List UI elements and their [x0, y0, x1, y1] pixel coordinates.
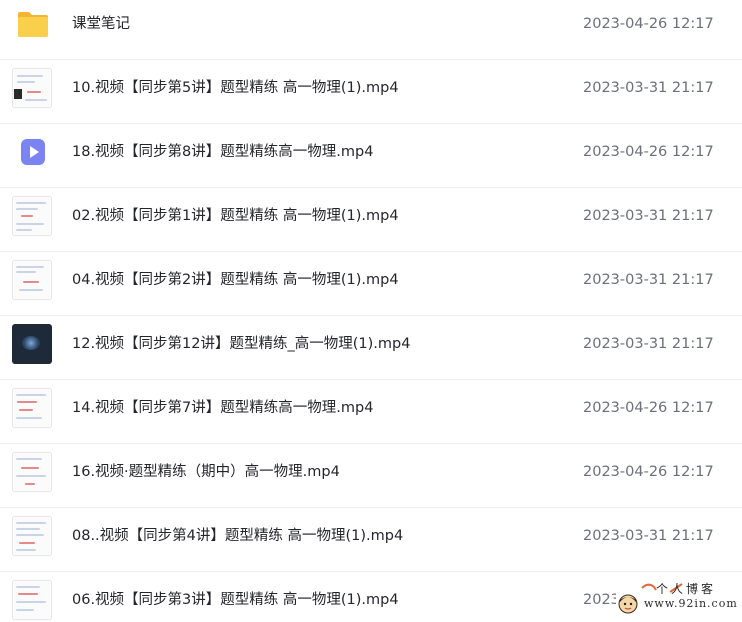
video-thumbnail: [12, 580, 52, 620]
file-row[interactable]: 04.视频【同步第2讲】题型精练 高一物理(1).mp4 2023-03-31 …: [0, 252, 742, 316]
file-date: 2023-04-26 12:17: [583, 144, 714, 160]
file-name: 08..视频【同步第4讲】题型精练 高一物理(1).mp4: [72, 528, 404, 544]
file-name: 10.视频【同步第5讲】题型精练 高一物理(1).mp4: [72, 80, 399, 96]
video-thumbnail: [12, 68, 52, 108]
file-name: 18.视频【同步第8讲】题型精练高一物理.mp4: [72, 144, 374, 160]
file-date: 2023-04-26 12:17: [583, 400, 714, 416]
video-thumbnail: [12, 196, 52, 236]
file-name: 04.视频【同步第2讲】题型精练 高一物理(1).mp4: [72, 272, 399, 288]
avatar-icon: [618, 594, 638, 614]
video-thumbnail: [12, 516, 52, 556]
file-name: 16.视频·题型精练（期中）高一物理.mp4: [72, 464, 340, 480]
file-row[interactable]: 18.视频【同步第8讲】题型精练高一物理.mp4 2023-04-26 12:1…: [0, 124, 742, 188]
file-date: 2023-03-31 21:17: [583, 336, 714, 352]
file-row[interactable]: 12.视频【同步第12讲】题型精练_高一物理(1).mp4 2023-03-31…: [0, 316, 742, 380]
play-icon: [21, 139, 45, 165]
file-row[interactable]: 10.视频【同步第5讲】题型精练 高一物理(1).mp4 2023-03-31 …: [0, 60, 742, 124]
file-date: 2023: [583, 592, 620, 608]
file-date: 2023-04-26 12:17: [583, 464, 714, 480]
file-date: 2023-03-31 21:17: [583, 80, 714, 96]
file-row[interactable]: 16.视频·题型精练（期中）高一物理.mp4 2023-04-26 12:17: [0, 444, 742, 508]
file-name: 06.视频【同步第3讲】题型精练 高一物理(1).mp4: [72, 592, 399, 608]
file-name: 12.视频【同步第12讲】题型精练_高一物理(1).mp4: [72, 336, 411, 352]
watermark: 个人博客 www.92in.com: [616, 580, 740, 620]
file-row[interactable]: 课堂笔记 2023-04-26 12:17: [0, 0, 742, 60]
file-date: 2023-03-31 21:17: [583, 208, 714, 224]
file-row[interactable]: 14.视频【同步第7讲】题型精练高一物理.mp4 2023-04-26 12:1…: [0, 380, 742, 444]
video-thumbnail: [12, 324, 52, 364]
watermark-title: 个人博客: [656, 582, 717, 596]
file-name: 02.视频【同步第1讲】题型精练 高一物理(1).mp4: [72, 208, 399, 224]
watermark-url: www.92in.com: [644, 597, 738, 610]
file-date: 2023-03-31 21:17: [583, 272, 714, 288]
file-date: 2023-03-31 21:17: [583, 528, 714, 544]
folder-icon: [18, 12, 48, 37]
file-name: 14.视频【同步第7讲】题型精练高一物理.mp4: [72, 400, 374, 416]
file-row[interactable]: 08..视频【同步第4讲】题型精练 高一物理(1).mp4 2023-03-31…: [0, 508, 742, 572]
video-thumbnail: [12, 388, 52, 428]
video-thumbnail: [12, 452, 52, 492]
file-name: 课堂笔记: [72, 16, 130, 32]
file-list: 课堂笔记 2023-04-26 12:17 10.视频【同步第5讲】题型精练 高…: [0, 0, 742, 622]
video-thumbnail: [12, 260, 52, 300]
file-row[interactable]: 02.视频【同步第1讲】题型精练 高一物理(1).mp4 2023-03-31 …: [0, 188, 742, 252]
file-date: 2023-04-26 12:17: [583, 16, 714, 32]
